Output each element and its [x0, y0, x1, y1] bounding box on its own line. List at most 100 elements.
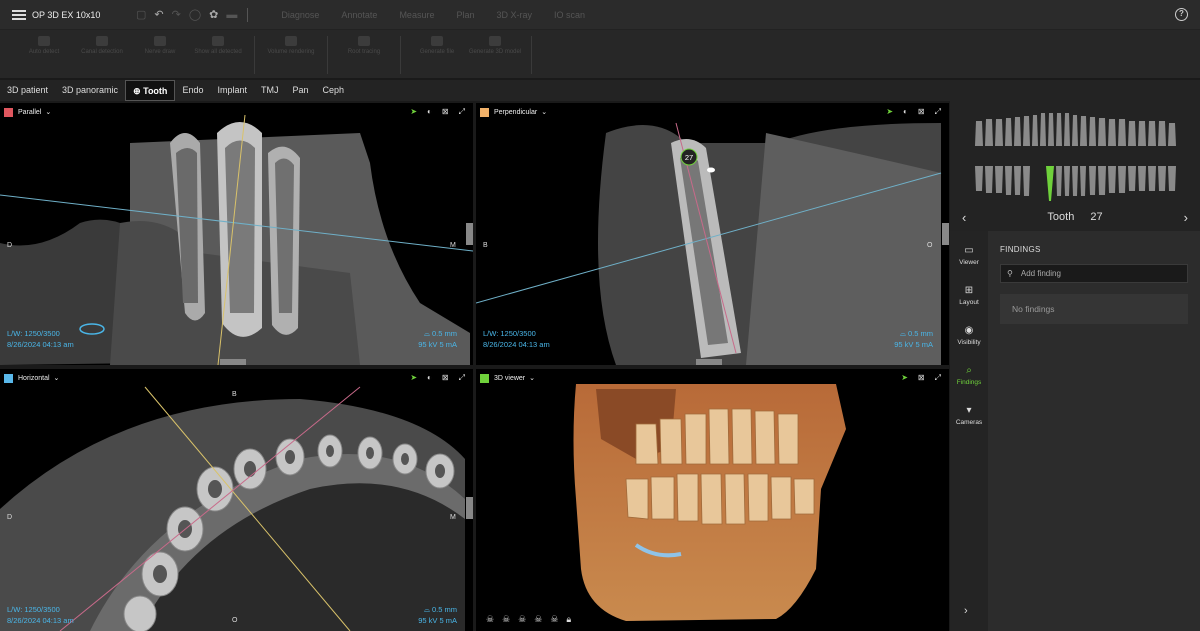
rail-layout[interactable]: ⊞ Layout [950, 275, 988, 315]
slice-thickness: ⌓ 0.5 mm [418, 328, 457, 339]
undo-icon[interactable]: ↶ [154, 8, 163, 21]
subtab-implant[interactable]: Implant [210, 80, 254, 101]
selected-tooth[interactable] [1046, 166, 1054, 201]
no-findings-message: No findings [1000, 294, 1188, 324]
viewport-3d[interactable]: 3D viewer ⌄ ➤ ⊠ ⤢ ☠ ☠ ☠ ☠ ☠ 🔒︎ [476, 369, 949, 631]
subtab-pan[interactable]: Pan [285, 80, 315, 101]
generate-file-button[interactable]: Generate file [409, 36, 465, 74]
tab-measure[interactable]: Measure [388, 10, 445, 20]
tab-io-scan[interactable]: IO scan [543, 10, 596, 20]
chevron-down-icon[interactable]: ⌄ [54, 374, 60, 382]
volume-rendering-button[interactable]: Volume rendering [263, 36, 319, 74]
ribbon-group-detect: Auto detect Canal detection Nerve draw S… [8, 36, 255, 74]
kv-ma: 95 kV 5 mA [418, 340, 457, 349]
expand-icon[interactable]: ⤢ [459, 373, 465, 383]
contrast-icon[interactable]: ◐ [427, 107, 432, 117]
cursor-icon[interactable]: ➤ [410, 107, 417, 117]
subtab-label: Tooth [143, 86, 168, 96]
skull-front-icon[interactable]: ☠ [486, 614, 494, 625]
viewport-parallel[interactable]: Parallel ⌄ ➤ ◐ ⊠ ⤢ D M L/W: 1250/3500 8/… [0, 103, 473, 365]
rail-findings[interactable]: ⌕ Findings [950, 355, 988, 395]
generate-3d-model-button[interactable]: Generate 3D model [467, 36, 523, 74]
cursor-icon[interactable]: ➤ [886, 107, 893, 117]
add-finding-input[interactable]: ⚲ Add finding [1000, 264, 1188, 283]
chevron-down-icon[interactable]: ⌄ [541, 108, 547, 116]
show-all-detected-button[interactable]: Show all detected [190, 36, 246, 74]
kv-ma: 95 kV 5 mA [894, 340, 933, 349]
app-title: OP 3D EX 10x10 [32, 9, 101, 20]
window-level-info: L/W: 1250/3500 8/26/2024 04:13 am [7, 328, 74, 350]
root-tracing-button[interactable]: Root tracing [336, 36, 392, 74]
lw-value: L/W: 1250/3500 [7, 329, 60, 338]
rail-viewer[interactable]: ▭ Viewer [950, 235, 988, 275]
expand-icon[interactable]: ⤢ [935, 107, 941, 117]
chevron-right-icon[interactable]: › [964, 605, 968, 617]
subtab-tooth[interactable]: ⊕ Tooth [125, 80, 176, 101]
auto-detect-button[interactable]: Auto detect [16, 36, 72, 74]
skull-right-icon[interactable]: ☠ [534, 614, 542, 625]
help-icon[interactable]: ? [1175, 8, 1188, 21]
viewport-title[interactable]: Parallel [18, 109, 41, 116]
tab-3d-xray[interactable]: 3D X-ray [485, 10, 543, 20]
eye-icon: ◉ [964, 324, 974, 336]
layout-icon: ⊞ [964, 284, 974, 296]
subtab-ceph[interactable]: Ceph [316, 80, 352, 101]
rail-cameras[interactable]: ▾ Cameras [950, 395, 988, 435]
contrast-icon[interactable]: ◐ [427, 373, 432, 383]
orientation-label-left: D [7, 514, 13, 521]
fit-icon[interactable]: ⊠ [918, 373, 925, 383]
camera-icon: ▾ [966, 404, 972, 416]
nerve-draw-button[interactable]: Nerve draw [132, 36, 188, 74]
slice-icon: ⌓ [899, 329, 908, 338]
save-icon[interactable]: ▢ [136, 8, 146, 21]
scan-params: ⌓ 0.5 mm 95 kV 5 mA [418, 328, 457, 350]
expand-icon[interactable]: ⤢ [935, 373, 941, 383]
tab-annotate[interactable]: Annotate [330, 10, 388, 20]
viewport-title[interactable]: Horizontal [18, 375, 50, 382]
lw-value: L/W: 1250/3500 [483, 329, 536, 338]
search-icon: ⚲ [1007, 269, 1013, 278]
subtab-tmj[interactable]: TMJ [254, 80, 286, 101]
fit-icon[interactable]: ⊠ [918, 107, 925, 117]
settings-icon[interactable]: ✿ [209, 8, 218, 21]
circle-icon[interactable]: ◯ [189, 8, 201, 21]
expand-icon[interactable]: ⤢ [459, 107, 465, 117]
skull-left-icon[interactable]: ☠ [518, 614, 526, 625]
viewport-title[interactable]: Perpendicular [494, 109, 537, 116]
horizontal-slider[interactable] [696, 359, 722, 365]
subtab-endo[interactable]: Endo [175, 80, 210, 101]
tab-plan[interactable]: Plan [445, 10, 485, 20]
slice-thickness: ⌓ 0.5 mm [894, 328, 933, 339]
viewport-horizontal[interactable]: Horizontal ⌄ ➤ ◐ ⊠ ⤢ B D M O L/W: 1250/3… [0, 369, 473, 631]
vertical-slider[interactable] [466, 497, 473, 519]
vertical-slider[interactable] [466, 223, 473, 245]
chevron-right-icon[interactable]: › [1184, 210, 1188, 225]
horizontal-slider[interactable] [220, 359, 246, 365]
vertical-slider[interactable] [942, 223, 949, 245]
slice-value: 0.5 mm [431, 605, 457, 614]
rail-label: Findings [956, 378, 982, 386]
line-icon[interactable]: ▬ [226, 9, 237, 21]
chevron-down-icon[interactable]: ⌄ [45, 108, 51, 116]
window-level-info: L/W: 1250/3500 8/26/2024 04:13 am [483, 328, 550, 350]
cursor-icon[interactable]: ➤ [410, 373, 417, 383]
lock-icon[interactable]: 🔒︎ [566, 614, 571, 625]
canal-detection-button[interactable]: Canal detection [74, 36, 130, 74]
cursor-icon[interactable]: ➤ [901, 373, 908, 383]
viewport-title[interactable]: 3D viewer [494, 375, 525, 382]
rail-visibility[interactable]: ◉ Visibility [950, 315, 988, 355]
redo-icon[interactable]: ↷ [172, 8, 181, 21]
skull-top-icon[interactable]: ☠ [550, 614, 558, 625]
skull-back-icon[interactable]: ☠ [502, 614, 510, 625]
contrast-icon[interactable]: ◐ [903, 107, 908, 117]
menu-icon[interactable] [12, 9, 26, 20]
viewport-color-swatch [480, 107, 489, 117]
fit-icon[interactable]: ⊠ [442, 373, 449, 383]
chevron-left-icon[interactable]: ‹ [962, 210, 966, 225]
viewport-perpendicular[interactable]: 27 Perpendicular ⌄ ➤ ◐ ⊠ ⤢ B O L/W: 1250… [476, 103, 949, 365]
subtab-3d-patient[interactable]: 3D patient [0, 80, 55, 101]
tab-diagnose[interactable]: Diagnose [270, 10, 330, 20]
fit-icon[interactable]: ⊠ [442, 107, 449, 117]
subtab-3d-panoramic[interactable]: 3D panoramic [55, 80, 125, 101]
chevron-down-icon[interactable]: ⌄ [529, 374, 535, 382]
